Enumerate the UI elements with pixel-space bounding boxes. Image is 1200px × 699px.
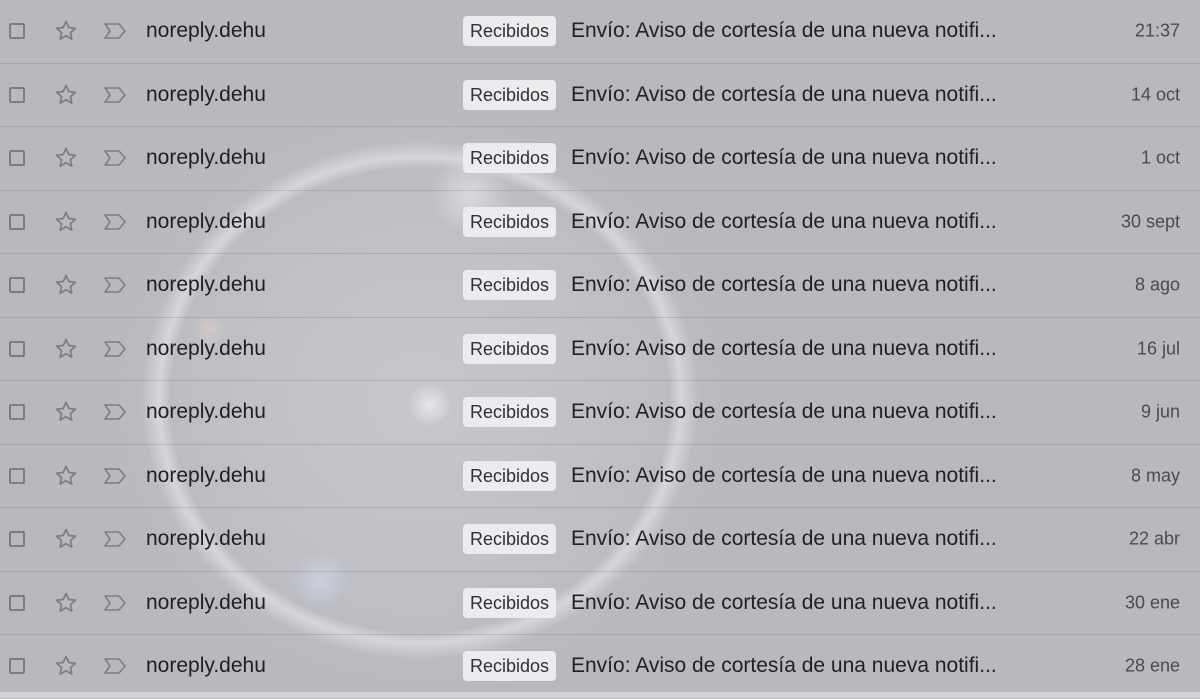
subject-text: Envío: Aviso de cortesía de una nueva no… xyxy=(571,463,997,487)
subject-text: Envío: Aviso de cortesía de una nueva no… xyxy=(571,654,997,678)
checkbox-icon[interactable] xyxy=(9,277,25,294)
label-chip[interactable]: Recibidos xyxy=(463,524,557,555)
important-marker-icon[interactable] xyxy=(101,20,129,42)
date-text: 30 sept xyxy=(1120,211,1180,232)
subject-text: Envío: Aviso de cortesía de una nueva no… xyxy=(571,146,997,170)
mail-row[interactable]: noreply.dehu Recibidos Envío: Aviso de c… xyxy=(0,127,1200,191)
sender-name: noreply.dehu xyxy=(146,273,266,297)
label-chip[interactable]: Recibidos xyxy=(463,143,557,174)
checkbox-icon[interactable] xyxy=(9,467,25,484)
important-marker-icon[interactable] xyxy=(101,592,129,614)
label-chip[interactable]: Recibidos xyxy=(463,79,557,110)
sender-name: noreply.dehu xyxy=(146,82,266,106)
subject-text: Envío: Aviso de cortesía de una nueva no… xyxy=(571,400,997,424)
mail-row[interactable]: noreply.dehu Recibidos Envío: Aviso de c… xyxy=(0,254,1200,318)
sender-name: noreply.dehu xyxy=(146,209,266,233)
important-marker-icon[interactable] xyxy=(101,338,129,360)
mail-row[interactable]: noreply.dehu Recibidos Envío: Aviso de c… xyxy=(0,572,1200,635)
star-icon[interactable] xyxy=(53,590,79,616)
star-icon[interactable] xyxy=(53,272,79,298)
mail-row[interactable]: noreply.dehu Recibidos Envío: Aviso de c… xyxy=(0,0,1200,64)
star-icon[interactable] xyxy=(53,463,79,489)
label-chip[interactable]: Recibidos xyxy=(463,16,557,47)
subject-text: Envío: Aviso de cortesía de una nueva no… xyxy=(571,82,997,106)
label-chip[interactable]: Recibidos xyxy=(463,397,557,428)
sender-name: noreply.dehu xyxy=(146,400,266,424)
date-text: 9 jun xyxy=(1140,401,1180,422)
star-icon[interactable] xyxy=(53,653,79,679)
label-chip[interactable]: Recibidos xyxy=(463,333,557,364)
important-marker-icon[interactable] xyxy=(101,274,129,296)
mail-list: noreply.dehu Recibidos Envío: Aviso de c… xyxy=(0,0,1200,699)
subject-text: Envío: Aviso de cortesía de una nueva no… xyxy=(571,19,997,43)
sender-name: noreply.dehu xyxy=(146,463,266,487)
checkbox-icon[interactable] xyxy=(9,213,25,230)
subject-text: Envío: Aviso de cortesía de una nueva no… xyxy=(571,590,997,614)
checkbox-icon[interactable] xyxy=(9,531,25,548)
mail-row[interactable]: noreply.dehu Recibidos Envío: Aviso de c… xyxy=(0,318,1200,381)
star-icon[interactable] xyxy=(53,336,79,362)
date-text: 30 ene xyxy=(1124,592,1180,613)
important-marker-icon[interactable] xyxy=(101,401,129,423)
label-chip[interactable]: Recibidos xyxy=(463,587,557,618)
star-icon[interactable] xyxy=(53,18,79,44)
important-marker-icon[interactable] xyxy=(101,147,129,169)
label-chip[interactable]: Recibidos xyxy=(463,460,557,491)
important-marker-icon[interactable] xyxy=(101,528,129,550)
checkbox-icon[interactable] xyxy=(9,340,25,357)
star-icon[interactable] xyxy=(53,145,79,171)
important-marker-icon[interactable] xyxy=(101,465,129,487)
date-text: 22 abr xyxy=(1128,528,1180,549)
date-text: 8 ago xyxy=(1134,274,1180,295)
important-marker-icon[interactable] xyxy=(101,655,129,677)
sender-name: noreply.dehu xyxy=(146,146,266,170)
label-chip[interactable]: Recibidos xyxy=(463,270,557,301)
star-icon[interactable] xyxy=(53,82,79,108)
sender-name: noreply.dehu xyxy=(146,527,266,551)
checkbox-icon[interactable] xyxy=(9,658,25,675)
mail-row[interactable]: noreply.dehu Recibidos Envío: Aviso de c… xyxy=(0,508,1200,572)
date-text: 14 oct xyxy=(1130,84,1180,105)
star-icon[interactable] xyxy=(53,526,79,552)
date-text: 28 ene xyxy=(1124,655,1180,676)
mail-row[interactable]: noreply.dehu Recibidos Envío: Aviso de c… xyxy=(0,64,1200,127)
important-marker-icon[interactable] xyxy=(101,84,129,106)
mail-row[interactable]: noreply.dehu Recibidos Envío: Aviso de c… xyxy=(0,445,1200,508)
sender-name: noreply.dehu xyxy=(146,336,266,360)
important-marker-icon[interactable] xyxy=(101,211,129,233)
date-text: 16 jul xyxy=(1136,338,1180,359)
date-text: 8 may xyxy=(1130,465,1180,486)
label-chip[interactable]: Recibidos xyxy=(463,206,557,237)
sender-name: noreply.dehu xyxy=(146,590,266,614)
mail-row[interactable]: noreply.dehu Recibidos Envío: Aviso de c… xyxy=(0,635,1200,699)
mail-row[interactable]: noreply.dehu Recibidos Envío: Aviso de c… xyxy=(0,191,1200,254)
checkbox-icon[interactable] xyxy=(9,86,25,103)
star-icon[interactable] xyxy=(53,399,79,425)
mail-row[interactable]: noreply.dehu Recibidos Envío: Aviso de c… xyxy=(0,381,1200,445)
star-icon[interactable] xyxy=(53,209,79,235)
label-chip[interactable]: Recibidos xyxy=(463,651,557,682)
checkbox-icon[interactable] xyxy=(9,404,25,421)
subject-text: Envío: Aviso de cortesía de una nueva no… xyxy=(571,336,997,360)
subject-text: Envío: Aviso de cortesía de una nueva no… xyxy=(571,527,997,551)
subject-text: Envío: Aviso de cortesía de una nueva no… xyxy=(571,209,997,233)
subject-text: Envío: Aviso de cortesía de una nueva no… xyxy=(571,273,997,297)
checkbox-icon[interactable] xyxy=(9,594,25,611)
date-text: 1 oct xyxy=(1140,147,1180,168)
checkbox-icon[interactable] xyxy=(9,23,25,40)
checkbox-icon[interactable] xyxy=(9,150,25,167)
sender-name: noreply.dehu xyxy=(146,19,266,43)
date-text: 21:37 xyxy=(1134,20,1180,41)
sender-name: noreply.dehu xyxy=(146,654,266,678)
